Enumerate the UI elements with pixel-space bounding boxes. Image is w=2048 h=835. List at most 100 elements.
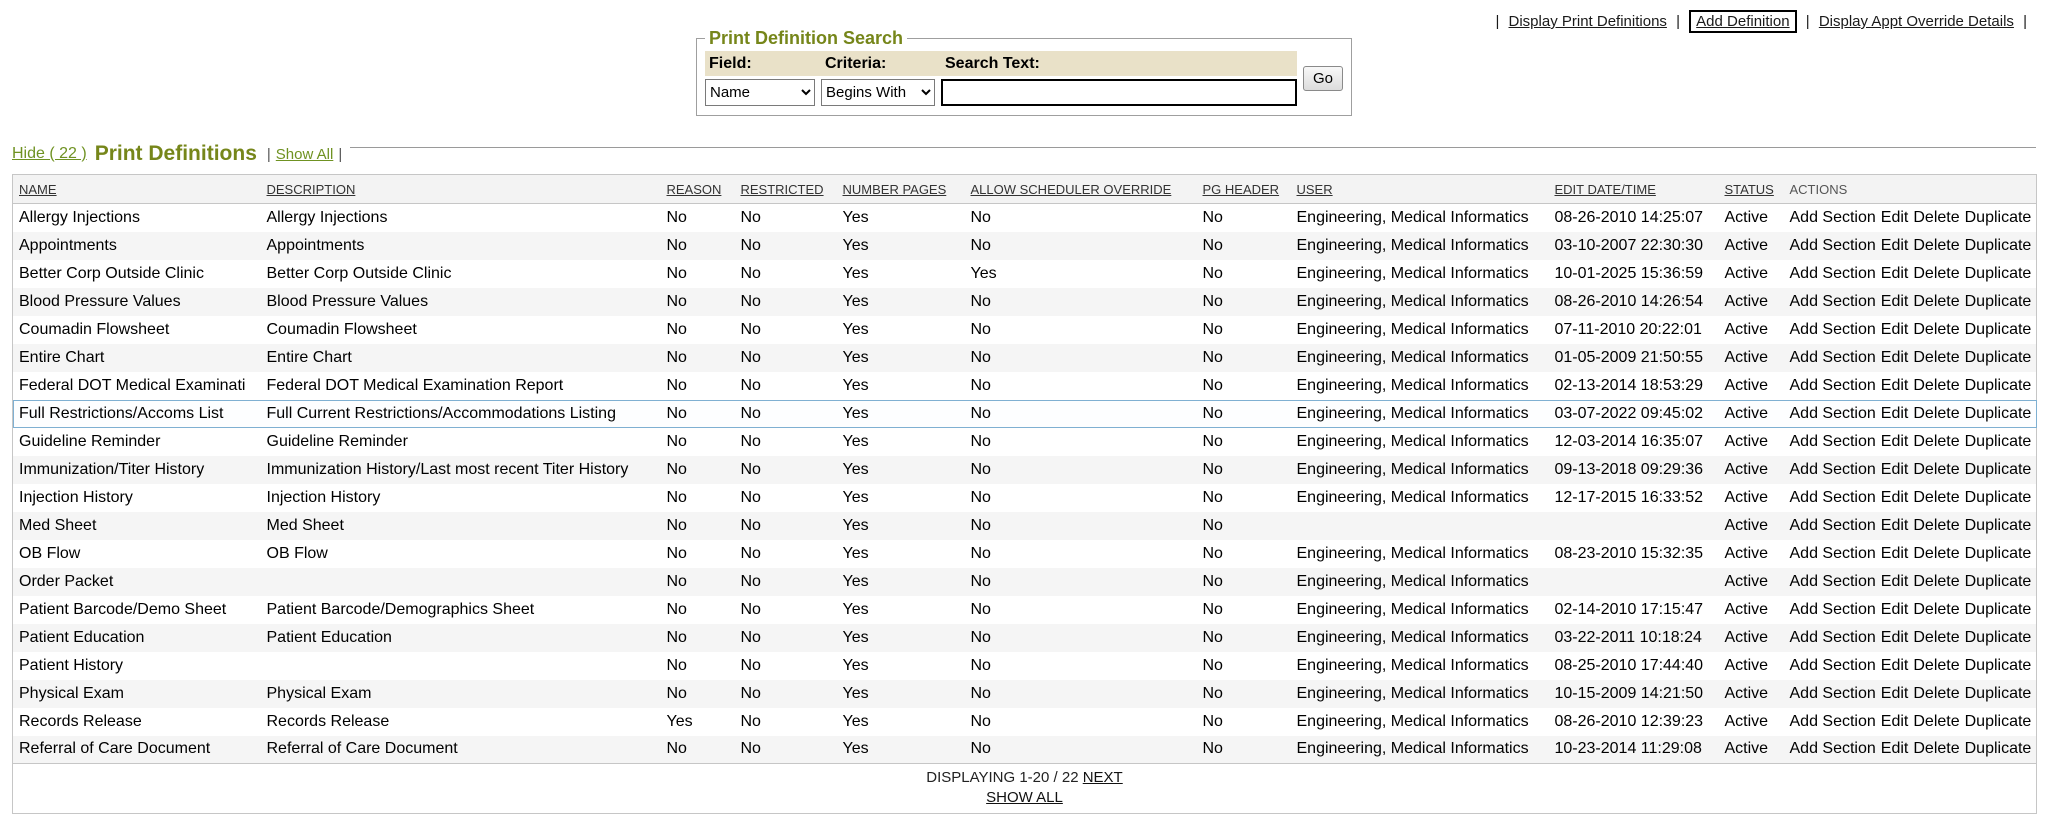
col-header-allow-scheduler-override[interactable]: ALLOW SCHEDULER OVERRIDE <box>965 175 1197 204</box>
action-delete-link[interactable]: Delete <box>1913 629 1959 646</box>
action-edit-link[interactable]: Edit <box>1881 740 1909 757</box>
col-header-edit-datetime[interactable]: EDIT DATE/TIME <box>1549 175 1719 204</box>
action-add-section-link[interactable]: Add Section <box>1790 629 1876 646</box>
action-delete-link[interactable]: Delete <box>1913 601 1959 618</box>
action-edit-link[interactable]: Edit <box>1881 573 1909 590</box>
action-add-section-link[interactable]: Add Section <box>1790 377 1876 394</box>
action-edit-link[interactable]: Edit <box>1881 433 1909 450</box>
action-duplicate-link[interactable]: Duplicate <box>1965 489 2032 506</box>
action-duplicate-link[interactable]: Duplicate <box>1965 517 2032 534</box>
action-delete-link[interactable]: Delete <box>1913 713 1959 730</box>
field-select[interactable]: Name <box>705 79 815 106</box>
action-duplicate-link[interactable]: Duplicate <box>1965 265 2032 282</box>
action-delete-link[interactable]: Delete <box>1913 237 1959 254</box>
action-add-section-link[interactable]: Add Section <box>1790 433 1876 450</box>
action-delete-link[interactable]: Delete <box>1913 685 1959 702</box>
action-edit-link[interactable]: Edit <box>1881 349 1909 366</box>
action-delete-link[interactable]: Delete <box>1913 433 1959 450</box>
action-add-section-link[interactable]: Add Section <box>1790 601 1876 618</box>
action-duplicate-link[interactable]: Duplicate <box>1965 209 2032 226</box>
action-delete-link[interactable]: Delete <box>1913 405 1959 422</box>
add-definition-link[interactable]: Add Definition <box>1696 13 1789 30</box>
action-duplicate-link[interactable]: Duplicate <box>1965 405 2032 422</box>
col-header-pg-header[interactable]: PG HEADER <box>1197 175 1291 204</box>
action-edit-link[interactable]: Edit <box>1881 237 1909 254</box>
criteria-select[interactable]: Begins With <box>821 79 935 106</box>
action-add-section-link[interactable]: Add Section <box>1790 489 1876 506</box>
action-duplicate-link[interactable]: Duplicate <box>1965 657 2032 674</box>
action-duplicate-link[interactable]: Duplicate <box>1965 629 2032 646</box>
hide-link[interactable]: Hide ( 22 ) <box>12 145 87 163</box>
action-edit-link[interactable]: Edit <box>1881 461 1909 478</box>
col-header-description[interactable]: DESCRIPTION <box>261 175 661 204</box>
action-delete-link[interactable]: Delete <box>1913 545 1959 562</box>
search-text-input[interactable] <box>941 79 1297 106</box>
action-duplicate-link[interactable]: Duplicate <box>1965 685 2032 702</box>
action-edit-link[interactable]: Edit <box>1881 293 1909 310</box>
action-add-section-link[interactable]: Add Section <box>1790 349 1876 366</box>
action-add-section-link[interactable]: Add Section <box>1790 405 1876 422</box>
action-edit-link[interactable]: Edit <box>1881 517 1909 534</box>
action-add-section-link[interactable]: Add Section <box>1790 461 1876 478</box>
action-edit-link[interactable]: Edit <box>1881 265 1909 282</box>
action-add-section-link[interactable]: Add Section <box>1790 293 1876 310</box>
action-add-section-link[interactable]: Add Section <box>1790 713 1876 730</box>
action-add-section-link[interactable]: Add Section <box>1790 657 1876 674</box>
col-header-restricted[interactable]: RESTRICTED <box>735 175 837 204</box>
action-add-section-link[interactable]: Add Section <box>1790 265 1876 282</box>
next-page-link[interactable]: NEXT <box>1083 769 1123 786</box>
action-duplicate-link[interactable]: Duplicate <box>1965 293 2032 310</box>
action-add-section-link[interactable]: Add Section <box>1790 209 1876 226</box>
action-add-section-link[interactable]: Add Section <box>1790 237 1876 254</box>
action-delete-link[interactable]: Delete <box>1913 209 1959 226</box>
action-duplicate-link[interactable]: Duplicate <box>1965 713 2032 730</box>
action-duplicate-link[interactable]: Duplicate <box>1965 321 2032 338</box>
col-header-number-pages[interactable]: NUMBER PAGES <box>837 175 965 204</box>
col-header-name[interactable]: NAME <box>13 175 261 204</box>
action-edit-link[interactable]: Edit <box>1881 377 1909 394</box>
action-edit-link[interactable]: Edit <box>1881 489 1909 506</box>
action-edit-link[interactable]: Edit <box>1881 629 1909 646</box>
action-duplicate-link[interactable]: Duplicate <box>1965 349 2032 366</box>
action-duplicate-link[interactable]: Duplicate <box>1965 601 2032 618</box>
action-delete-link[interactable]: Delete <box>1913 657 1959 674</box>
action-edit-link[interactable]: Edit <box>1881 405 1909 422</box>
col-header-reason[interactable]: REASON <box>661 175 735 204</box>
show-all-bottom-link[interactable]: SHOW ALL <box>986 789 1063 806</box>
action-delete-link[interactable]: Delete <box>1913 265 1959 282</box>
show-all-link[interactable]: Show All <box>276 146 334 163</box>
action-duplicate-link[interactable]: Duplicate <box>1965 740 2032 757</box>
action-duplicate-link[interactable]: Duplicate <box>1965 237 2032 254</box>
display-print-definitions-link[interactable]: Display Print Definitions <box>1509 13 1667 30</box>
action-edit-link[interactable]: Edit <box>1881 209 1909 226</box>
action-delete-link[interactable]: Delete <box>1913 461 1959 478</box>
action-edit-link[interactable]: Edit <box>1881 321 1909 338</box>
action-delete-link[interactable]: Delete <box>1913 573 1959 590</box>
action-add-section-link[interactable]: Add Section <box>1790 573 1876 590</box>
action-delete-link[interactable]: Delete <box>1913 349 1959 366</box>
action-delete-link[interactable]: Delete <box>1913 517 1959 534</box>
action-delete-link[interactable]: Delete <box>1913 321 1959 338</box>
action-delete-link[interactable]: Delete <box>1913 740 1959 757</box>
go-button[interactable]: Go <box>1303 66 1343 91</box>
action-edit-link[interactable]: Edit <box>1881 657 1909 674</box>
action-delete-link[interactable]: Delete <box>1913 489 1959 506</box>
action-add-section-link[interactable]: Add Section <box>1790 740 1876 757</box>
col-header-status[interactable]: STATUS <box>1719 175 1784 204</box>
action-duplicate-link[interactable]: Duplicate <box>1965 377 2032 394</box>
action-add-section-link[interactable]: Add Section <box>1790 321 1876 338</box>
action-duplicate-link[interactable]: Duplicate <box>1965 545 2032 562</box>
action-add-section-link[interactable]: Add Section <box>1790 517 1876 534</box>
action-edit-link[interactable]: Edit <box>1881 601 1909 618</box>
action-duplicate-link[interactable]: Duplicate <box>1965 433 2032 450</box>
action-delete-link[interactable]: Delete <box>1913 377 1959 394</box>
action-add-section-link[interactable]: Add Section <box>1790 685 1876 702</box>
action-delete-link[interactable]: Delete <box>1913 293 1959 310</box>
col-header-user[interactable]: USER <box>1291 175 1549 204</box>
action-edit-link[interactable]: Edit <box>1881 685 1909 702</box>
display-appt-override-details-link[interactable]: Display Appt Override Details <box>1819 13 2014 30</box>
action-duplicate-link[interactable]: Duplicate <box>1965 461 2032 478</box>
action-duplicate-link[interactable]: Duplicate <box>1965 573 2032 590</box>
action-edit-link[interactable]: Edit <box>1881 713 1909 730</box>
action-edit-link[interactable]: Edit <box>1881 545 1909 562</box>
